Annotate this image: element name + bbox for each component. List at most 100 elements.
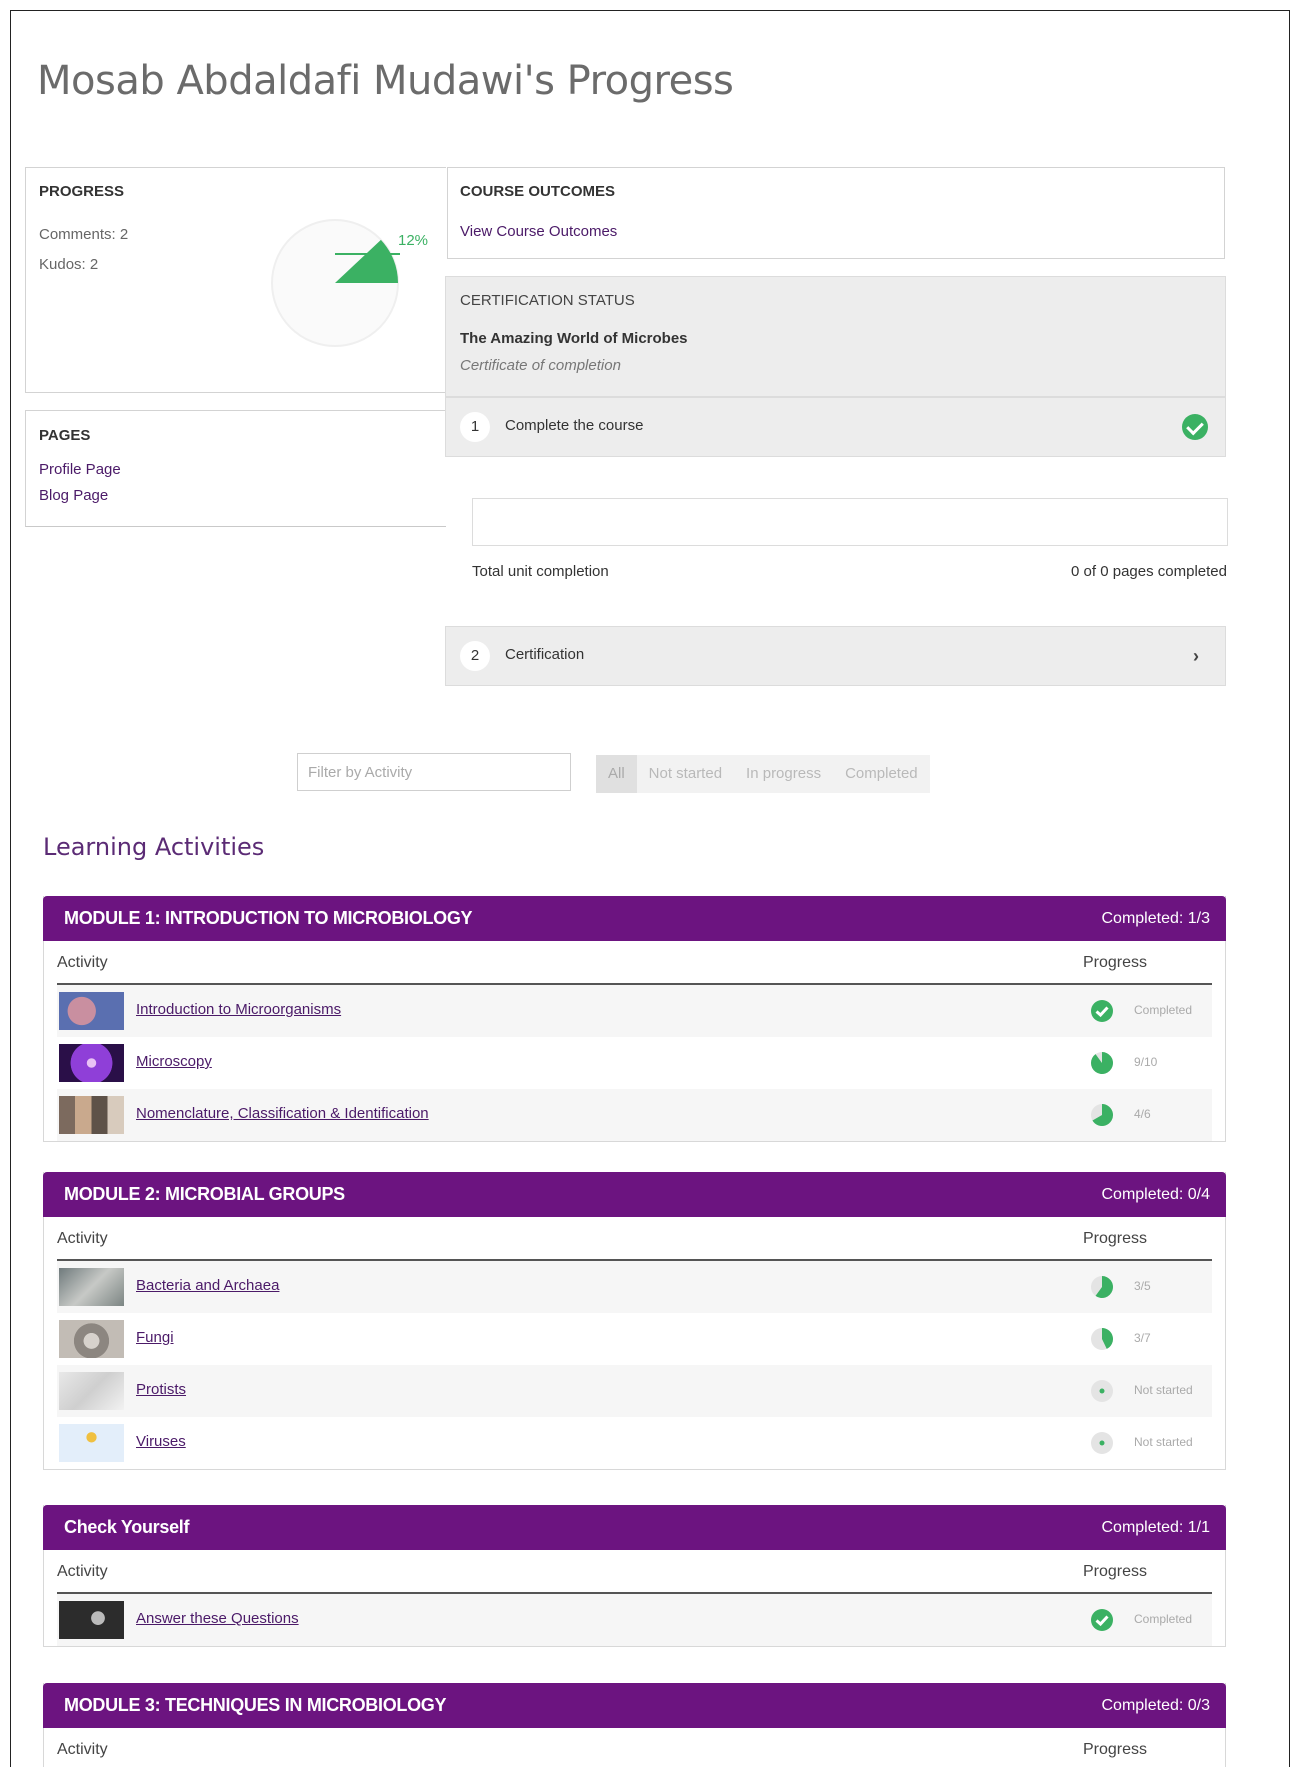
progress-pie-chart [271, 219, 400, 347]
progress-column-header: Progress [1083, 1230, 1148, 1247]
activity-column-header: Activity [57, 1230, 108, 1247]
activity-progress-status: Not started [1134, 1435, 1193, 1449]
module-title: MODULE 2: MICROBIAL GROUPS [64, 1184, 345, 1204]
module-header[interactable]: MODULE 3: TECHNIQUES IN MICROBIOLOGY Comp… [43, 1683, 1226, 1728]
table-header: Activity Progress [57, 1217, 1212, 1261]
activity-table: Activity Progress Introduction to Microorg… [57, 941, 1212, 1141]
activity-progress-status: 9/10 [1134, 1055, 1158, 1069]
learning-activities-heading: Learning Activities [43, 833, 265, 861]
activity-link[interactable]: Bacteria and Archaea [136, 1277, 279, 1294]
progress-pie-icon [1091, 1104, 1113, 1126]
page-title: Mosab Abdaldafi Mudawi's Progress [37, 58, 734, 104]
progress-heading: PROGRESS [39, 183, 125, 200]
activity-progress-status: Completed [1134, 1612, 1193, 1626]
profile-page-link[interactable]: Profile Page [39, 461, 121, 478]
protists-thumbnail[interactable] [59, 1372, 124, 1410]
module-header[interactable]: Check Yourself Completed: 1/1 [43, 1505, 1226, 1550]
fungi-thumbnail[interactable] [59, 1320, 124, 1358]
module-header[interactable]: MODULE 2: MICROBIAL GROUPS Completed: 0/4 [43, 1172, 1226, 1217]
activity-row: Answer these Questions Completed [57, 1594, 1212, 1646]
module-title: MODULE 3: TECHNIQUES IN MICROBIOLOGY [64, 1695, 447, 1715]
pages-heading: PAGES [39, 427, 91, 444]
activity-row: Microscopy 9/10 [57, 1037, 1212, 1089]
step-certification[interactable]: 2 Certification › [445, 626, 1226, 686]
progress-column-header: Progress [1083, 954, 1148, 971]
table-header: Activity Progress [57, 1728, 1212, 1767]
step-complete-course[interactable]: 1 Complete the course [445, 397, 1226, 457]
unit-completion-bar [472, 498, 1228, 546]
completed-check-icon [1091, 1000, 1113, 1022]
module-card: MODULE 1: INTRODUCTION TO MICROBIOLOGY Co… [43, 896, 1226, 1142]
activity-row: Fungi 3/7 [57, 1313, 1212, 1365]
activity-link[interactable]: Nomenclature, Classification & Identific… [136, 1105, 429, 1122]
microscopy-thumbnail[interactable] [59, 1044, 124, 1082]
activity-row: Nomenclature, Classification & Identific… [57, 1089, 1212, 1141]
status-filter-group: All Not started In progress Completed [596, 755, 930, 793]
activity-link[interactable]: Fungi [136, 1329, 174, 1346]
step-label: Complete the course [505, 417, 644, 434]
activity-progress-status: 4/6 [1134, 1107, 1151, 1121]
certification-heading: CERTIFICATION STATUS [460, 292, 635, 309]
activity-link[interactable]: Answer these Questions [136, 1610, 299, 1627]
step-number: 2 [460, 641, 490, 671]
activity-row: Protists Not started [57, 1365, 1212, 1417]
module-card: Check Yourself Completed: 1/1 Activity Prog… [43, 1505, 1226, 1647]
check-icon [1182, 414, 1208, 440]
progress-column-header: Progress [1083, 1741, 1148, 1758]
classification-thumbnail[interactable] [59, 1096, 124, 1134]
comments-count: Comments: 2 [39, 226, 129, 243]
unit-completion-count: 0 of 0 pages completed [1071, 563, 1227, 580]
filter-completed-button[interactable]: Completed [833, 755, 930, 793]
certification-subtitle: Certificate of completion [460, 357, 621, 374]
progress-percent-label: 12% [398, 232, 429, 249]
viruses-thumbnail[interactable] [59, 1424, 124, 1462]
activity-progress-status: 3/5 [1134, 1279, 1151, 1293]
view-course-outcomes-link[interactable]: View Course Outcomes [460, 223, 617, 240]
module-header[interactable]: MODULE 1: INTRODUCTION TO MICROBIOLOGY Co… [43, 896, 1226, 941]
activity-link[interactable]: Viruses [136, 1433, 186, 1450]
step-number: 1 [460, 412, 490, 442]
bacteria-thumbnail[interactable] [59, 1268, 124, 1306]
activity-column-header: Activity [57, 1741, 108, 1758]
progress-pie-icon [1091, 1276, 1113, 1298]
activity-link[interactable]: Microscopy [136, 1053, 212, 1070]
module-completed-count: Completed: 1/1 [1101, 1518, 1210, 1536]
not-started-icon [1091, 1380, 1113, 1402]
activity-row: Bacteria and Archaea 3/5 [57, 1261, 1212, 1313]
progress-pie-icon [1090, 1052, 1113, 1074]
module-card: MODULE 2: MICROBIAL GROUPS Completed: 0/4… [43, 1172, 1226, 1470]
table-header: Activity Progress [57, 1550, 1212, 1594]
filter-activity-input[interactable] [297, 753, 571, 791]
module-completed-count: Completed: 0/3 [1101, 1696, 1210, 1714]
filter-not-started-button[interactable]: Not started [637, 755, 734, 793]
module-completed-count: Completed: 1/3 [1101, 909, 1210, 927]
progress-panel: PROGRESS Comments: 2 Kudos: 2 12% [25, 167, 446, 393]
filter-in-progress-button[interactable]: In progress [734, 755, 833, 793]
module-title: MODULE 1: INTRODUCTION TO MICROBIOLOGY [64, 908, 473, 928]
blog-page-link[interactable]: Blog Page [39, 487, 108, 504]
progress-column-header: Progress [1083, 1563, 1148, 1580]
module-completed-count: Completed: 0/4 [1101, 1185, 1210, 1203]
activity-link[interactable]: Introduction to Microorganisms [136, 1001, 341, 1018]
questions-thumbnail[interactable] [59, 1601, 124, 1639]
certification-name: The Amazing World of Microbes [460, 330, 688, 347]
module-title: Check Yourself [64, 1517, 190, 1537]
completed-check-icon [1091, 1609, 1113, 1631]
microorganism-thumbnail[interactable] [59, 992, 124, 1030]
chevron-right-icon: › [1193, 646, 1199, 666]
filter-all-button[interactable]: All [596, 755, 637, 793]
table-header: Activity Progress [57, 941, 1212, 985]
activity-row: Introduction to Microorganisms Completed [57, 985, 1212, 1037]
unit-completion-label: Total unit completion [472, 563, 609, 580]
activity-table: Activity Progress Answer these Questions Co… [57, 1550, 1212, 1646]
course-outcomes-panel: COURSE OUTCOMES View Course Outcomes [447, 167, 1225, 259]
activity-link[interactable]: Protists [136, 1381, 186, 1398]
module-card: MODULE 3: TECHNIQUES IN MICROBIOLOGY Comp… [43, 1683, 1226, 1767]
course-outcomes-heading: COURSE OUTCOMES [460, 183, 616, 200]
pages-panel: PAGES Profile Page Blog Page [25, 410, 446, 527]
certification-status-panel: CERTIFICATION STATUS The Amazing World o… [445, 276, 1226, 397]
activity-table: Activity Progress Bacteria and Archaea 3/5 F… [57, 1217, 1212, 1469]
not-started-icon [1091, 1432, 1113, 1454]
step-label: Certification [505, 646, 585, 663]
progress-pie-icon [1091, 1328, 1113, 1350]
